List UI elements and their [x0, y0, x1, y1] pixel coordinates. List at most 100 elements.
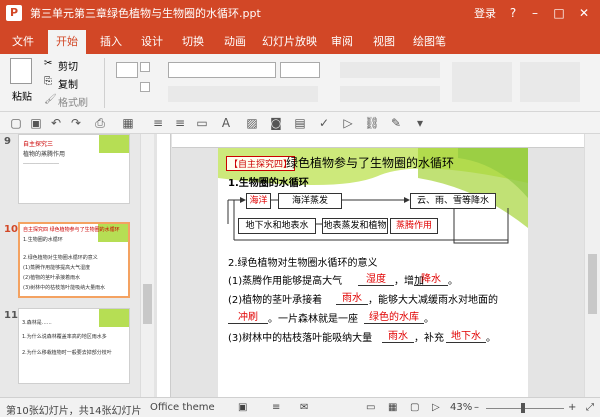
copy-button[interactable]: 复制 — [58, 76, 78, 91]
thumb-line: 自主探究三 — [23, 141, 54, 148]
ribbon-tabs: 文件 开始 插入 设计 切换 动画 幻灯片放映 审阅 视图 绘图笔 — [0, 26, 600, 54]
tab-insert[interactable]: 插入 — [100, 33, 122, 49]
close-icon[interactable]: ✕ — [574, 3, 594, 23]
paste-button[interactable]: 粘贴 — [12, 88, 32, 103]
thumbnail-scrollbar[interactable] — [140, 134, 154, 397]
status-bar: 第10张幻灯片，共14张幻灯片 Office theme ▣ ≡ ✉ ▭ ▦ ▢… — [0, 397, 600, 417]
thumb-line: 自主探究四 绿色植物参与了生物圈的水循环 — [23, 227, 120, 233]
login-link[interactable]: 登录 — [474, 5, 496, 21]
title-bar: P 第三单元第三章绿色植物与生物圈的水循环.ppt 登录 ? – □ ✕ — [0, 0, 600, 26]
zoom-value[interactable]: 43% — [450, 402, 472, 413]
paste-icon[interactable] — [10, 58, 32, 84]
line-3b: 。一片森林就是一座 — [268, 314, 358, 325]
thumbnail-slide-11[interactable]: 3.森林是…… 1.为什么说森林覆盖率高的地区雨水多 2.为什么移栽植物时一般要… — [18, 308, 130, 384]
scissors-icon[interactable]: ✂ — [44, 58, 52, 69]
undo-icon[interactable]: ↶ — [48, 115, 64, 131]
print-icon[interactable]: ⎙ — [92, 115, 108, 131]
fit-window-icon[interactable]: ⤢ — [586, 402, 594, 413]
leaf-decoration — [99, 135, 129, 153]
slideshow-icon[interactable]: ▷ — [340, 115, 356, 131]
zoom-slider[interactable] — [486, 408, 564, 409]
editing-group[interactable] — [520, 62, 580, 102]
table-icon[interactable]: ▦ — [120, 115, 136, 131]
thumb-line: 1.生物圈的水循环 — [23, 237, 63, 243]
new-icon[interactable]: ▢ — [8, 115, 24, 131]
tab-view[interactable]: 视图 — [373, 33, 395, 49]
leaf-decoration — [99, 309, 129, 327]
answer-rainwater-2: 雨水 — [382, 327, 414, 343]
slide-sorter-icon[interactable]: ▦ — [388, 402, 397, 413]
reading-view-icon[interactable]: ▢ — [410, 402, 419, 413]
tab-draw[interactable]: 绘图笔 — [413, 33, 446, 49]
line-1a: (1)蒸腾作用能够提高大气 — [228, 276, 343, 287]
tab-home[interactable]: 开始 — [48, 30, 86, 54]
slide-canvas[interactable]: 【自主探究四】 绿色植物参与了生物圈的水循环 1.生物圈的水循环 海洋 海洋蒸发… — [218, 148, 528, 397]
tab-slideshow[interactable]: 幻灯片放映 — [262, 33, 317, 49]
maximize-icon[interactable]: □ — [549, 3, 569, 23]
align-center-icon[interactable]: ≡ — [172, 115, 188, 131]
chart-icon[interactable]: ▤ — [292, 115, 308, 131]
vertical-ruler — [157, 134, 171, 397]
help-icon[interactable]: ? — [503, 3, 523, 23]
picture-icon[interactable]: ▨ — [244, 115, 260, 131]
zoom-slider-thumb[interactable] — [521, 403, 525, 413]
window-title: 第三单元第三章绿色植物与生物圈的水循环.ppt — [30, 7, 261, 20]
cut-button[interactable]: 剪切 — [58, 58, 78, 73]
spell-icon[interactable]: ✓ — [316, 115, 332, 131]
answer-rainwater: 雨水 — [336, 289, 368, 305]
thumb-line: 2.为什么移栽植物时一般要去掉部分枝叶 — [22, 350, 112, 356]
zoom-in-icon[interactable]: + — [568, 402, 576, 413]
slide-number-9: 9 — [4, 136, 11, 147]
thumb-line: ……………… — [23, 159, 59, 166]
format-painter-button[interactable]: 格式刷 — [58, 94, 88, 109]
separator — [104, 58, 105, 108]
normal-view-icon[interactable]: ▭ — [366, 402, 375, 413]
line-4c: 。 — [486, 333, 496, 344]
answer-green-reservoir: 绿色的水库 — [364, 308, 424, 324]
link-icon[interactable]: ⛓ — [364, 115, 380, 131]
text-box-icon[interactable]: A — [218, 115, 234, 131]
editor-scrollbar[interactable] — [584, 134, 600, 397]
zoom-out-icon[interactable]: – — [474, 402, 479, 413]
tab-review[interactable]: 审阅 — [331, 33, 353, 49]
thumbnail-slide-10[interactable]: 自主探究四 绿色植物参与了生物圈的水循环 1.生物圈的水循环 2.绿色植物对生物… — [18, 222, 130, 298]
paragraph-align-row[interactable] — [340, 86, 440, 102]
align-left-icon[interactable]: ≡ — [150, 115, 166, 131]
slide-number-10: 10 — [4, 224, 18, 235]
font-family-select[interactable] — [168, 62, 276, 78]
format-painter-icon[interactable]: 🖌 — [44, 94, 57, 105]
copy-icon[interactable]: ⎘ — [44, 76, 52, 87]
powerpoint-icon: P — [6, 5, 22, 21]
thumb-line: (3)树林中的枯枝落叶能吸纳大量雨水 — [23, 285, 106, 291]
save-icon[interactable]: ▣ — [28, 115, 44, 131]
line-3c: 。 — [424, 314, 434, 325]
comment-icon[interactable]: ✎ — [388, 115, 404, 131]
redo-icon[interactable]: ↷ — [68, 115, 84, 131]
thumb-line: 植物的蒸腾作用 — [23, 151, 66, 158]
answer-scour: 冲刷 — [228, 308, 268, 324]
paragraph-list-row[interactable] — [340, 62, 440, 78]
new-slide-icon[interactable] — [116, 62, 138, 78]
tab-transitions[interactable]: 切换 — [182, 33, 204, 49]
slideshow-view-icon[interactable]: ▷ — [432, 402, 440, 413]
tab-animations[interactable]: 动画 — [224, 33, 246, 49]
drawing-group[interactable] — [452, 62, 512, 102]
more-icon[interactable]: ▾ — [412, 115, 428, 131]
theme-status: Office theme — [150, 402, 215, 413]
scrollbar-thumb[interactable] — [143, 284, 152, 324]
layout-icon[interactable] — [140, 62, 150, 72]
notes-icon[interactable]: ≡ — [272, 402, 280, 413]
diagram-transpiration: 蒸腾作用 — [390, 218, 438, 234]
tab-design[interactable]: 设计 — [141, 33, 163, 49]
tab-file[interactable]: 文件 — [12, 33, 34, 49]
scrollbar-thumb[interactable] — [588, 254, 597, 314]
shapes-icon[interactable]: ▭ — [194, 115, 210, 131]
reset-icon[interactable] — [140, 82, 150, 92]
spellcheck-icon[interactable]: ▣ — [238, 402, 247, 413]
thumbnail-slide-9[interactable]: 自主探究三 植物的蒸腾作用 ……………… — [18, 134, 130, 204]
camera-icon[interactable]: ◙ — [268, 115, 284, 131]
font-format-row[interactable] — [168, 86, 318, 102]
comments-icon[interactable]: ✉ — [300, 402, 308, 413]
minimize-icon[interactable]: – — [525, 3, 545, 23]
font-size-select[interactable] — [280, 62, 320, 78]
